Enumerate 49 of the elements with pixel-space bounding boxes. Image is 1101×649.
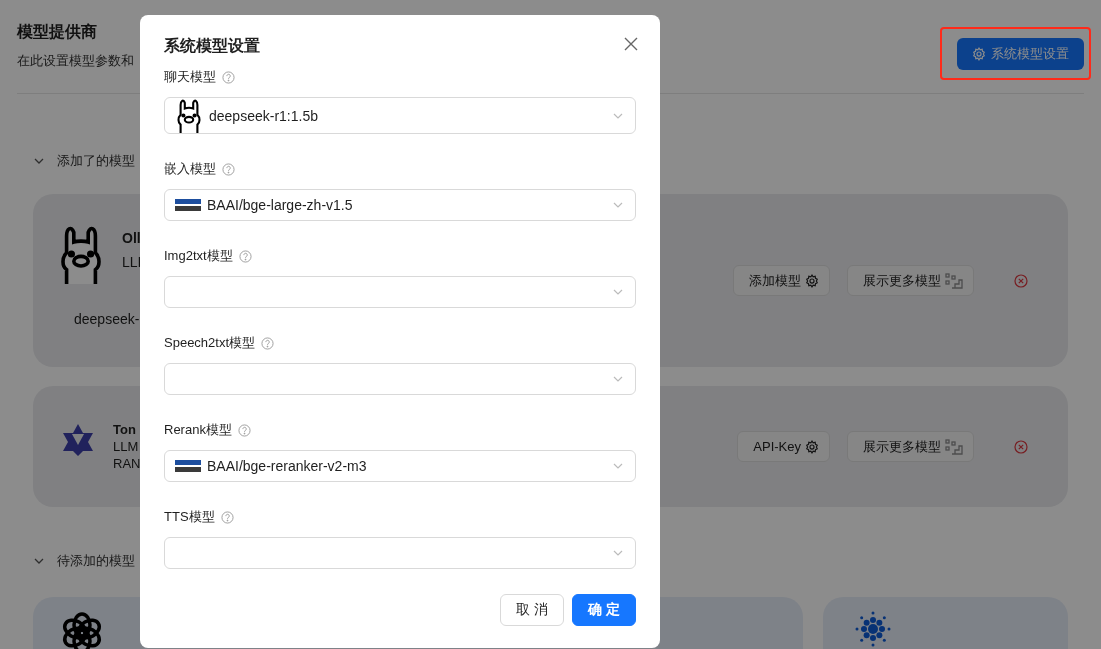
close-icon[interactable] <box>622 35 640 53</box>
field-label: Rerank模型 <box>164 421 232 439</box>
gear-icon <box>805 273 819 288</box>
model-select[interactable]: deepseek-r1:1.5b <box>164 97 636 134</box>
help-icon <box>222 162 235 176</box>
help-icon <box>220 510 234 524</box>
remove-icon[interactable] <box>1014 273 1028 288</box>
model-type-text: LLI <box>122 254 142 270</box>
page-title: 模型提供商 <box>17 22 98 42</box>
provider-name: Ton <box>113 422 137 437</box>
cancel-button[interactable]: 取 消 <box>500 594 564 626</box>
remove-icon[interactable] <box>1014 439 1028 454</box>
model-select[interactable] <box>164 537 636 569</box>
star-logo-icon <box>60 422 96 458</box>
system-settings-button[interactable]: 系统模型设置 <box>957 38 1084 70</box>
layout-icon <box>945 272 963 289</box>
model-type-text: RAN <box>113 456 141 471</box>
dialog-title: 系统模型设置 <box>164 36 260 56</box>
field-label: 嵌入模型 <box>164 160 216 178</box>
field-label: Speech2txt模型 <box>164 334 256 352</box>
model-type-text: LLM <box>113 439 140 454</box>
show-more-button[interactable]: 展示更多模型 <box>847 265 974 296</box>
model-select[interactable]: BAAI/bge-reranker-v2-m3 <box>164 450 636 482</box>
page-subtitle: 在此设置模型参数和 <box>17 52 134 70</box>
baai-logo-icon <box>175 460 201 472</box>
baai-logo-icon <box>175 199 201 211</box>
model-select[interactable] <box>164 363 636 395</box>
dots-logo-icon <box>853 609 893 649</box>
llama-icon <box>175 98 203 133</box>
help-icon <box>261 336 275 350</box>
help-icon <box>222 70 235 84</box>
field-label: 聊天模型 <box>164 68 216 86</box>
confirm-button[interactable]: 确 定 <box>572 594 636 626</box>
gear-icon <box>972 47 986 61</box>
section-title: 待添加的模型 <box>57 552 135 570</box>
section-title: 添加了的模型 <box>57 152 135 170</box>
model-select[interactable]: BAAI/bge-large-zh-v1.5 <box>164 189 636 221</box>
field-label: TTS模型 <box>164 508 215 526</box>
layout-icon <box>945 438 963 455</box>
provider-name: Oll <box>122 230 142 246</box>
help-icon <box>237 423 251 437</box>
settings-button[interactable]: 添加模型 <box>733 265 830 296</box>
gear-icon <box>805 439 819 454</box>
settings-button[interactable]: API-Key <box>737 431 830 462</box>
help-icon <box>238 249 252 263</box>
field-label: Img2txt模型 <box>164 247 233 265</box>
model-select[interactable] <box>164 276 636 308</box>
model-name: deepseek- <box>74 311 140 327</box>
show-more-button[interactable]: 展示更多模型 <box>847 431 974 462</box>
